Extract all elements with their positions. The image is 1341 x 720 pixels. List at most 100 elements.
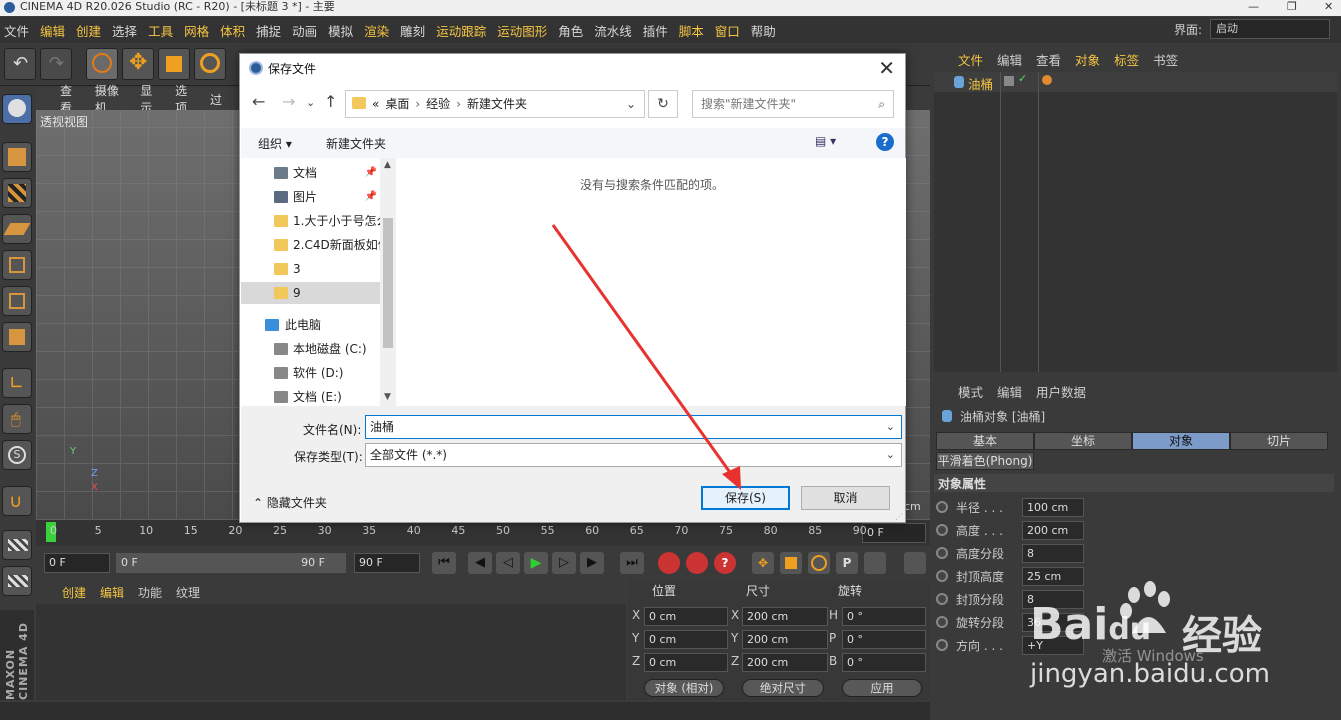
scroll-up-icon[interactable]: ▲ bbox=[384, 160, 391, 170]
frame-range-slider[interactable]: 0 F 90 F bbox=[116, 553, 346, 573]
object-menu-item[interactable]: 对象 bbox=[1075, 50, 1100, 69]
dialog-close-icon[interactable]: ✕ bbox=[878, 56, 895, 80]
recent-chevron-icon[interactable]: ⌄ bbox=[306, 96, 315, 109]
go-to-end-button[interactable]: ⏭ bbox=[620, 552, 644, 574]
menu-item[interactable]: 流水线 bbox=[594, 21, 632, 40]
polygons-mode-button[interactable] bbox=[2, 322, 32, 352]
back-arrow-icon[interactable]: ← bbox=[252, 92, 265, 111]
breadcrumb-item[interactable]: « bbox=[372, 97, 379, 111]
prev-frame-button[interactable]: ◁ bbox=[496, 552, 520, 574]
material-menu-item[interactable]: 创建 bbox=[62, 584, 86, 601]
attr-tab[interactable]: 基本 bbox=[936, 432, 1034, 450]
apply-button[interactable]: 应用 bbox=[842, 679, 922, 697]
save-button[interactable]: 保存(S) bbox=[701, 486, 790, 510]
key-position-button[interactable]: ✥ bbox=[752, 552, 774, 574]
cancel-button[interactable]: 取消 bbox=[801, 486, 890, 510]
attr-value-field[interactable]: 25 cm bbox=[1022, 566, 1084, 586]
snap-button[interactable]: S bbox=[2, 440, 32, 470]
menu-item[interactable]: 动画 bbox=[292, 21, 317, 40]
close-window-icon[interactable]: ✕ bbox=[1324, 0, 1333, 14]
resize-grip-icon[interactable]: ⋰ bbox=[895, 512, 903, 521]
menu-item[interactable]: 选择 bbox=[112, 21, 137, 40]
key-param-button[interactable]: P bbox=[836, 552, 858, 574]
nav-scroll-thumb[interactable] bbox=[383, 218, 393, 348]
size-field[interactable]: 200 cm bbox=[742, 630, 828, 649]
menu-item[interactable]: 运动跟踪 bbox=[436, 21, 486, 40]
globe-tool-button[interactable] bbox=[2, 94, 32, 124]
attr-value-field[interactable]: 8 bbox=[1022, 543, 1084, 563]
start-frame-field[interactable]: 0 F bbox=[44, 553, 110, 573]
points-mode-button[interactable] bbox=[2, 250, 32, 280]
nav-item[interactable]: 1.大于小于号怎么 bbox=[241, 210, 381, 232]
size-field[interactable]: 200 cm bbox=[742, 607, 828, 626]
address-chevron-icon[interactable]: ⌄ bbox=[626, 91, 636, 117]
menu-item[interactable]: 文件 bbox=[4, 21, 29, 40]
menu-item[interactable]: 模拟 bbox=[328, 21, 353, 40]
filetype-select[interactable]: 全部文件 (*.*) ⌄ bbox=[365, 443, 902, 467]
view-options-icon[interactable]: ▤ ▾ bbox=[815, 134, 836, 148]
size-field[interactable]: 200 cm bbox=[742, 653, 828, 672]
filename-input[interactable]: 油桶 ⌄ bbox=[365, 415, 902, 439]
organize-button[interactable]: 组织 ▾ bbox=[258, 135, 292, 152]
visibility-check-icon[interactable]: ✓ bbox=[1018, 72, 1027, 85]
object-menu-item[interactable]: 标签 bbox=[1114, 50, 1139, 69]
object-menu-item[interactable]: 编辑 bbox=[997, 50, 1022, 69]
chevron-down-icon[interactable]: ⌄ bbox=[886, 416, 895, 438]
nav-item[interactable]: 文档 📌 bbox=[241, 162, 381, 184]
menu-item[interactable]: 创建 bbox=[76, 21, 101, 40]
workplane-button[interactable] bbox=[2, 214, 32, 244]
rotation-field[interactable]: 0 ° bbox=[842, 607, 926, 626]
tab-phong[interactable]: 平滑着色(Phong) bbox=[936, 452, 1034, 470]
material-tag-icon[interactable] bbox=[1042, 75, 1052, 85]
nav-scrollbar[interactable]: ▲ ▼ bbox=[380, 158, 396, 406]
current-frame-field[interactable]: 0 F bbox=[862, 523, 926, 543]
nav-item[interactable]: 本地磁盘 (C:) bbox=[241, 338, 381, 360]
attr-value-field[interactable]: 36 bbox=[1022, 612, 1084, 632]
menu-item[interactable]: 雕刻 bbox=[400, 21, 425, 40]
nav-item[interactable]: 软件 (D:) bbox=[241, 362, 381, 384]
next-key-button[interactable]: ▶ bbox=[580, 552, 604, 574]
menu-item[interactable]: 脚本 bbox=[679, 21, 704, 40]
next-frame-button[interactable]: ▷ bbox=[552, 552, 576, 574]
prev-key-button[interactable]: ◀ bbox=[468, 552, 492, 574]
animate-radio-icon[interactable] bbox=[936, 547, 948, 559]
material-menu-item[interactable]: 编辑 bbox=[100, 584, 124, 601]
object-menu-item[interactable]: 文件 bbox=[958, 50, 983, 69]
menu-item[interactable]: 网格 bbox=[184, 21, 209, 40]
material-menu-item[interactable]: 功能 bbox=[138, 584, 162, 601]
nav-item[interactable]: 9 bbox=[241, 282, 381, 304]
menu-item[interactable]: 工具 bbox=[148, 21, 173, 40]
hide-folders-toggle[interactable]: ⌃ 隐藏文件夹 bbox=[253, 494, 327, 511]
attr-menu-item[interactable]: 模式 bbox=[958, 382, 983, 401]
texture-mode-button[interactable] bbox=[2, 178, 32, 208]
animate-radio-icon[interactable] bbox=[936, 639, 948, 651]
record-button[interactable] bbox=[658, 552, 680, 574]
refresh-button[interactable]: ↻ bbox=[648, 90, 678, 118]
object-row[interactable]: 油桶 ✓ bbox=[934, 72, 1337, 372]
play-button[interactable]: ▶ bbox=[524, 552, 548, 574]
layout-select[interactable]: 启动 bbox=[1210, 19, 1330, 39]
key-rotation-button[interactable] bbox=[808, 552, 830, 574]
nav-item[interactable]: 图片 📌 bbox=[241, 186, 381, 208]
model-mode-button[interactable] bbox=[2, 142, 32, 172]
attr-value-field[interactable]: 8 bbox=[1022, 589, 1084, 609]
lock-workplane-button[interactable] bbox=[2, 530, 32, 560]
up-arrow-icon[interactable]: ↑ bbox=[324, 92, 337, 111]
redo-button[interactable]: ↷ bbox=[40, 48, 72, 80]
animate-radio-icon[interactable] bbox=[936, 501, 948, 513]
menu-item[interactable]: 运动图形 bbox=[497, 21, 547, 40]
scale-tool-button[interactable] bbox=[158, 48, 190, 80]
select-tool-button[interactable] bbox=[86, 48, 118, 80]
size-mode-select[interactable]: 绝对尺寸 bbox=[742, 679, 824, 697]
tweak-mode-button[interactable]: 🖱 bbox=[2, 404, 32, 434]
planar-workplane-button[interactable] bbox=[2, 566, 32, 596]
animate-radio-icon[interactable] bbox=[936, 524, 948, 536]
end-frame-field[interactable]: 90 F bbox=[354, 553, 420, 573]
timeline-ruler[interactable]: 0 F 0 5 10 15 20 25 30 35 40 45 50 55 60 65 70 75 80 85 90 bbox=[36, 520, 930, 546]
attr-tab[interactable]: 坐标 bbox=[1034, 432, 1132, 450]
nav-item[interactable]: 2.C4D新面板如何 bbox=[241, 234, 381, 256]
attr-menu-item[interactable]: 用户数据 bbox=[1036, 382, 1086, 401]
menu-item[interactable]: 窗口 bbox=[715, 21, 740, 40]
scroll-down-icon[interactable]: ▼ bbox=[384, 392, 391, 402]
new-folder-button[interactable]: 新建文件夹 bbox=[326, 135, 386, 152]
